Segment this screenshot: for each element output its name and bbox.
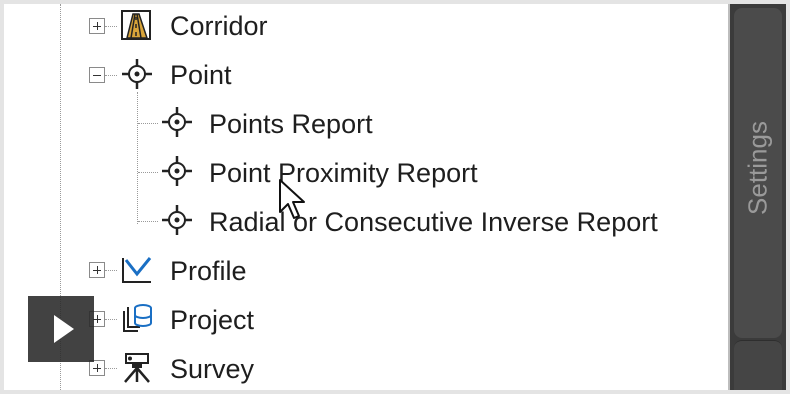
side-panel-lower-tab[interactable] (734, 340, 782, 390)
tree-item-label: Profile (170, 255, 247, 286)
profile-expand-toggle[interactable] (89, 262, 105, 278)
settings-tab-label: Settings (742, 121, 773, 215)
point-collapse-toggle[interactable] (89, 67, 105, 83)
tree-item-survey[interactable]: Survey (170, 349, 254, 389)
tree-item-label: Point (170, 59, 232, 90)
settings-tab[interactable]: Settings (734, 8, 782, 338)
report-tree-panel: Corridor Point Points Report Point Proxi… (4, 4, 786, 390)
tree-item-points-report[interactable]: Points Report (209, 104, 373, 144)
video-play-button[interactable] (28, 296, 94, 362)
point-icon (120, 57, 154, 91)
tree-item-label: Points Report (209, 108, 373, 139)
survey-expand-toggle[interactable] (89, 360, 105, 376)
tree-item-profile[interactable]: Profile (170, 251, 247, 291)
tree-item-radial-inverse-report[interactable]: Radial or Consecutive Inverse Report (209, 202, 658, 242)
play-icon (54, 315, 74, 343)
corridor-icon (119, 8, 153, 42)
tree-item-point-proximity-report[interactable]: Point Proximity Report (209, 153, 478, 193)
tree-item-label: Corridor (170, 10, 268, 41)
corridor-expand-toggle[interactable] (89, 18, 105, 34)
point-icon (160, 203, 194, 237)
survey-icon (120, 350, 154, 384)
tree-item-label: Survey (170, 353, 255, 384)
tree-item-label: Radial or Consecutive Inverse Report (209, 206, 658, 237)
point-icon (160, 154, 194, 188)
profile-icon (120, 252, 154, 286)
mouse-cursor-icon (278, 178, 308, 222)
tree-item-label: Point Proximity Report (209, 157, 478, 188)
point-icon (160, 105, 194, 139)
tree-item-corridor[interactable]: Corridor (170, 6, 268, 46)
project-icon (120, 301, 154, 335)
tree-item-label: Project (170, 304, 255, 335)
tree-item-project[interactable]: Project (170, 300, 254, 340)
tree-item-point[interactable]: Point (170, 55, 232, 95)
